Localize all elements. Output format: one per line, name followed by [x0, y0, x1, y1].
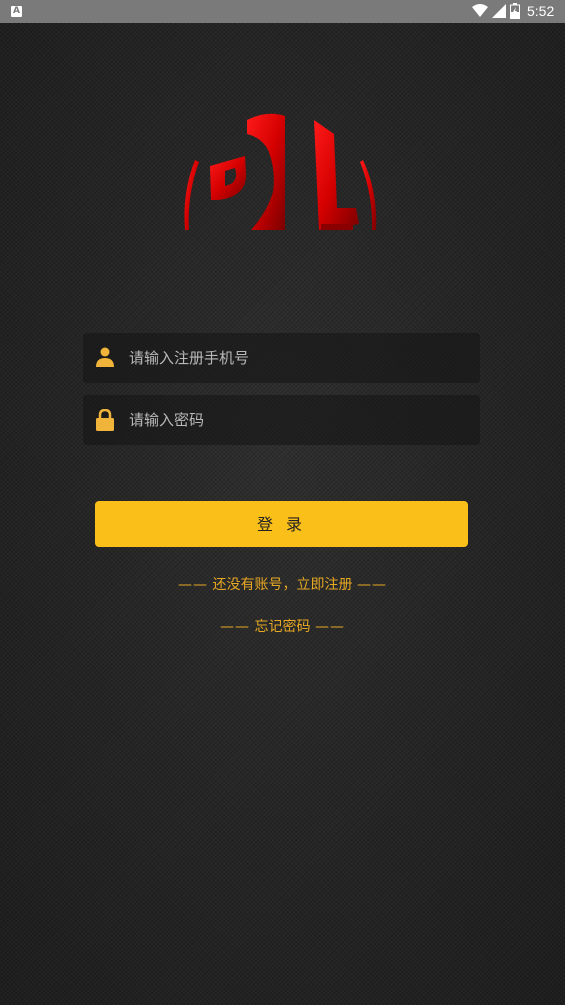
forgot-password-label[interactable]: 忘记密码: [255, 619, 311, 635]
status-bar: A 5:52: [0, 0, 565, 23]
register-dash-left: ——: [178, 577, 209, 593]
password-input[interactable]: [129, 395, 469, 445]
forgot-dash-right: ——: [314, 619, 345, 635]
register-link-label[interactable]: 还没有账号，立即注册: [213, 577, 353, 593]
notification-icon: A: [11, 6, 22, 17]
lock-icon: [96, 409, 114, 431]
login-button[interactable]: 登 录: [95, 501, 468, 547]
signal-icon: [492, 4, 506, 18]
status-time: 5:52: [527, 3, 555, 19]
user-icon: [96, 347, 114, 367]
register-dash-right: ——: [356, 577, 387, 593]
brand-logo: [184, 113, 377, 230]
register-link[interactable]: —— 还没有账号，立即注册 ——: [0, 574, 565, 594]
password-field: [83, 395, 480, 445]
wifi-icon: [472, 4, 488, 17]
phone-field: [83, 333, 480, 383]
forgot-dash-left: ——: [220, 619, 251, 635]
forgot-password-link[interactable]: —— 忘记密码 ——: [0, 616, 565, 636]
phone-input[interactable]: [129, 333, 469, 383]
battery-icon: [510, 3, 520, 19]
